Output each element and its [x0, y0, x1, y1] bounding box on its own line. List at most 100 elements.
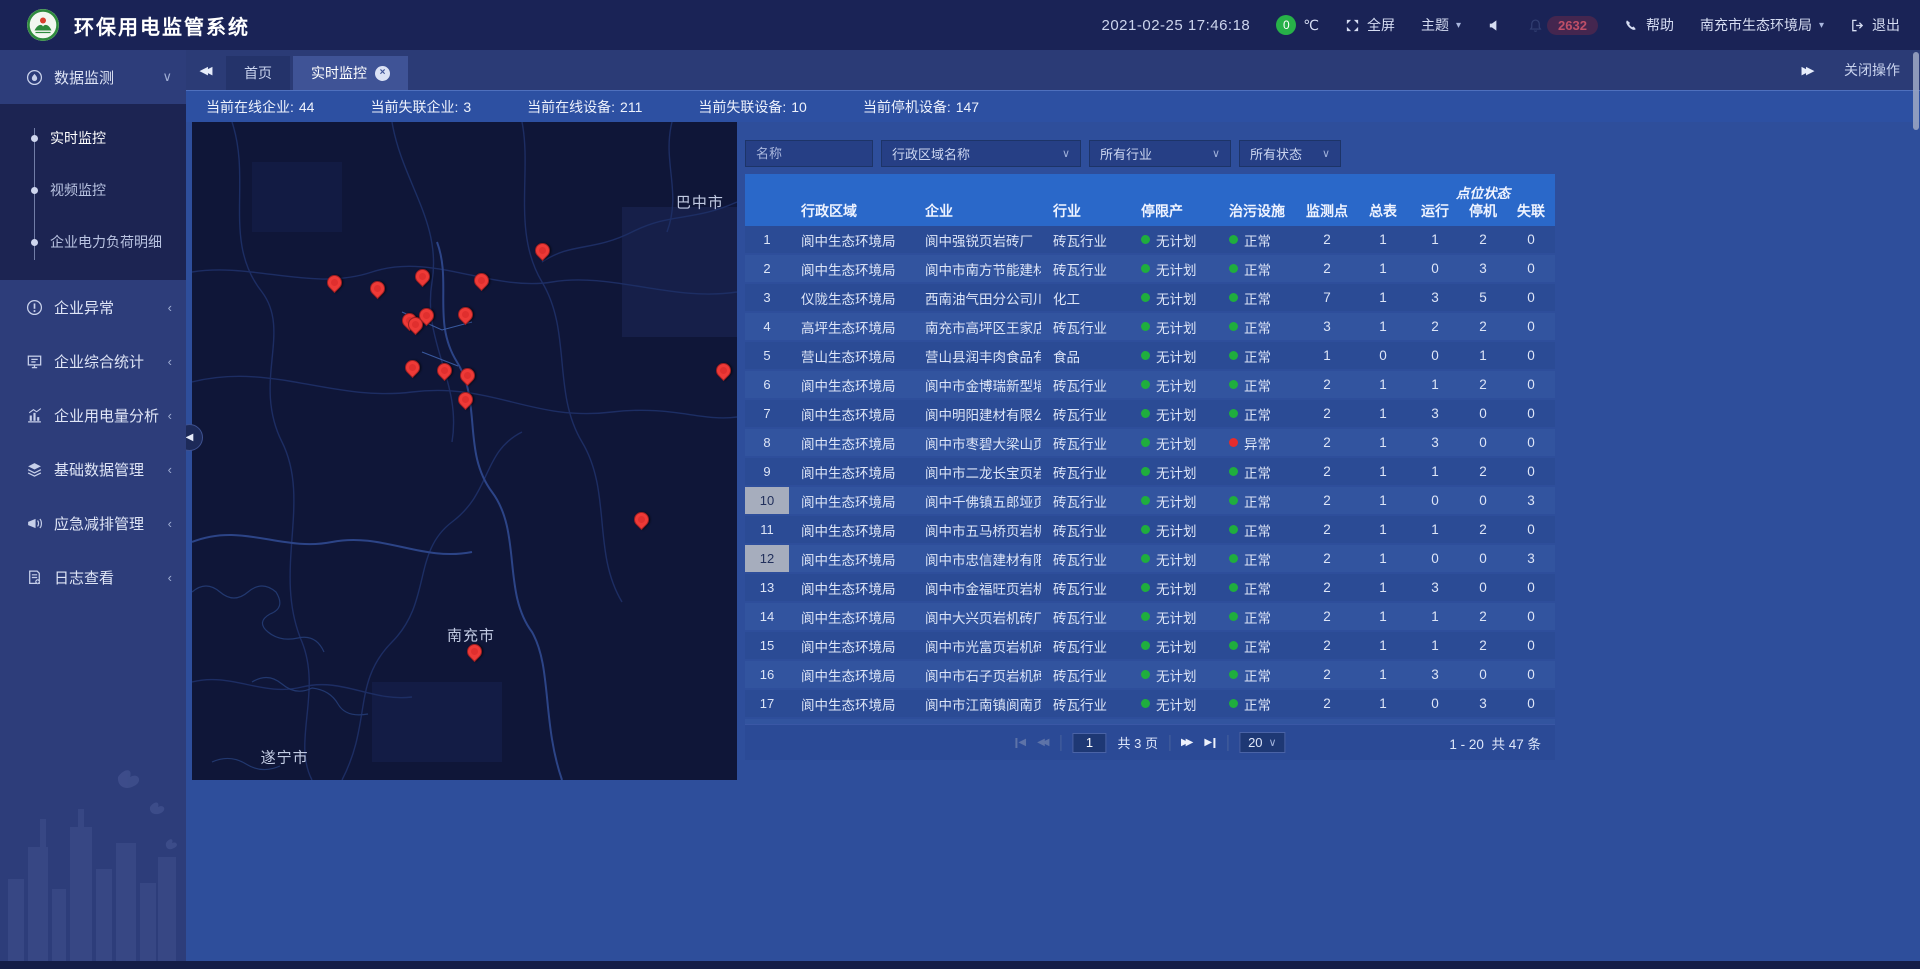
sidebar-item[interactable]: 基础数据管理‹: [0, 442, 186, 496]
halted-cell: 0: [1459, 435, 1507, 450]
industry-cell: 砖瓦行业: [1041, 259, 1129, 279]
status-dot-icon: [1229, 264, 1238, 273]
fullscreen-button[interactable]: 全屏: [1345, 15, 1395, 35]
table-row[interactable]: 2阆中生态环境局阆中市南方节能建材有砖瓦行业无计划正常21030: [745, 255, 1555, 282]
region-filter-select[interactable]: 行政区域名称 ∨: [881, 140, 1081, 167]
page-size-select[interactable]: 20 ∨: [1239, 732, 1286, 753]
tabs-scroll-right-icon[interactable]: ▶▶: [1788, 50, 1828, 90]
lost-cell: 0: [1507, 609, 1555, 624]
sidebar-subitem[interactable]: 视频监控: [0, 164, 186, 216]
footer-strip: [0, 961, 1920, 969]
row-number: 11: [745, 516, 789, 543]
table-row[interactable]: 12阆中生态环境局阆中市忠信建材有限公砖瓦行业无计划正常21003: [745, 545, 1555, 572]
tabs-scroll-left-icon[interactable]: ◀◀: [186, 50, 226, 90]
tab-home[interactable]: 首页: [226, 56, 290, 90]
page-number-input[interactable]: [1073, 733, 1107, 753]
org-menu-button[interactable]: 南充市生态环境局 ▾: [1700, 15, 1824, 35]
table-row[interactable]: 7阆中生态环境局阆中明阳建材有限公司砖瓦行业无计划正常21300: [745, 400, 1555, 427]
table-row[interactable]: 3仪陇生态环境局西南油气田分公司川中化工无计划正常71350: [745, 284, 1555, 311]
first-page-button[interactable]: ◀: [1014, 738, 1026, 748]
table-row[interactable]: 15阆中生态环境局阆中市光富页岩机砖厂砖瓦行业无计划正常21120: [745, 632, 1555, 659]
table-row[interactable]: 9阆中生态环境局阆中市二龙长宝页岩砖砖瓦行业无计划正常21120: [745, 458, 1555, 485]
halted-cell: 2: [1459, 319, 1507, 334]
halted-cell: 2: [1459, 609, 1507, 624]
status-dot-icon: [1141, 496, 1150, 505]
halted-cell: 0: [1459, 667, 1507, 682]
status-dot-icon: [1229, 235, 1238, 244]
table-row[interactable]: 11阆中生态环境局阆中市五马桥页岩机砖砖瓦行业无计划正常21120: [745, 516, 1555, 543]
filter-bar: 行政区域名称 ∨ 所有行业 ∨ 所有状态 ∨: [745, 140, 1555, 167]
table-row[interactable]: 13阆中生态环境局阆中市金福旺页岩机砖砖瓦行业无计划正常21300: [745, 574, 1555, 601]
sound-toggle-button[interactable]: [1487, 18, 1502, 33]
name-filter-input[interactable]: [745, 140, 873, 167]
last-page-button[interactable]: ▶: [1204, 738, 1216, 748]
facility-status-cell: 正常: [1217, 317, 1299, 337]
sidebar-item[interactable]: 数据监测∨: [0, 50, 186, 104]
points-cell: 1: [1299, 348, 1355, 363]
industry-cell: 化工: [1041, 288, 1129, 308]
region-cell: 阆中生态环境局: [789, 230, 913, 250]
lost-cell: 0: [1507, 667, 1555, 682]
lost-cell: 0: [1507, 406, 1555, 421]
theme-menu-button[interactable]: 主题 ▾: [1421, 15, 1461, 35]
table-body: 1阆中生态环境局阆中强锐页岩砖厂砖瓦行业无计划正常211202阆中生态环境局阆中…: [745, 226, 1555, 724]
stop-plan-cell: 无计划: [1129, 665, 1217, 685]
sidebar-subitem[interactable]: 企业电力负荷明细: [0, 216, 186, 268]
running-cell: 2: [1411, 319, 1459, 334]
stop-plan-cell: 无计划: [1129, 549, 1217, 569]
row-number: 1: [745, 226, 789, 253]
table-row[interactable]: 14阆中生态环境局阆中大兴页岩机砖厂砖瓦行业无计划正常21120: [745, 603, 1555, 630]
meters-cell: 0: [1355, 348, 1411, 363]
table-row[interactable]: 5营山生态环境局营山县润丰肉食品有限食品无计划正常10010: [745, 342, 1555, 369]
sidebar-item[interactable]: 企业综合统计‹: [0, 334, 186, 388]
status-filter-select[interactable]: 所有状态 ∨: [1239, 140, 1341, 167]
tab-realtime-monitor[interactable]: 实时监控 ×: [293, 56, 408, 90]
notifications-button[interactable]: 2632: [1528, 16, 1598, 35]
sidebar-item[interactable]: 企业异常‹: [0, 280, 186, 334]
table-row[interactable]: 1阆中生态环境局阆中强锐页岩砖厂砖瓦行业无计划正常21120: [745, 226, 1555, 253]
table-row[interactable]: 4高坪生态环境局南充市高坪区王家店建砖瓦行业无计划正常31220: [745, 313, 1555, 340]
table-row[interactable]: 17阆中生态环境局阆中市江南镇阆南页岩砖瓦行业无计划正常21030: [745, 690, 1555, 717]
table-row[interactable]: 8阆中生态环境局阆中市枣碧大梁山页岩砖瓦行业无计划异常21300: [745, 429, 1555, 456]
total-pages-label: 共 3 页: [1118, 733, 1158, 752]
facility-status-cell: 正常: [1217, 230, 1299, 250]
table-row[interactable]: 10阆中生态环境局阆中千佛镇五郎垭页岩砖瓦行业无计划正常21003: [745, 487, 1555, 514]
tabbar-actions: ▶▶ 关闭操作: [1788, 50, 1920, 90]
meters-cell: 1: [1355, 319, 1411, 334]
table-panel: 行政区域名称 ∨ 所有行业 ∨ 所有状态 ∨ 点位状态 行政区域企业行业停限产治…: [745, 140, 1555, 760]
stat-item: 当前失联企业:3: [370, 97, 471, 117]
scrollbar-thumb[interactable]: [1913, 52, 1919, 130]
prev-page-button[interactable]: ◀◀: [1037, 738, 1049, 748]
industry-cell: 砖瓦行业: [1041, 665, 1129, 685]
row-number: 17: [745, 690, 789, 717]
sidebar-item[interactable]: 应急减排管理‹: [0, 496, 186, 550]
status-dot-icon: [1141, 235, 1150, 244]
sidebar-item[interactable]: 企业用电量分析‹: [0, 388, 186, 442]
datetime-label: 2021-02-25 17:46:18: [1101, 17, 1250, 34]
industry-filter-select[interactable]: 所有行业 ∨: [1089, 140, 1231, 167]
temperature-unit: ℃: [1303, 17, 1319, 34]
table-row[interactable]: 16阆中生态环境局阆中市石子页岩机砖厂砖瓦行业无计划正常21300: [745, 661, 1555, 688]
halted-cell: 2: [1459, 232, 1507, 247]
sidebar-item[interactable]: 日志查看‹: [0, 550, 186, 604]
facility-status-cell: 正常: [1217, 404, 1299, 424]
sub-column-header: 停机: [1459, 201, 1507, 221]
sidebar-subitem[interactable]: 实时监控: [0, 112, 186, 164]
facility-status-cell: 正常: [1217, 694, 1299, 714]
tab-close-icon[interactable]: ×: [375, 66, 390, 81]
next-page-button[interactable]: ▶▶: [1181, 738, 1193, 748]
facility-status-cell: 正常: [1217, 491, 1299, 511]
column-header: 企业: [913, 201, 1041, 221]
close-operations-button[interactable]: 关闭操作: [1844, 60, 1900, 80]
map-panel[interactable]: 巴中市南充市遂宁市: [192, 122, 737, 780]
alert-circle-icon: [26, 299, 43, 316]
lost-cell: 0: [1507, 435, 1555, 450]
meters-cell: 1: [1355, 261, 1411, 276]
pagination: ◀ ◀◀ 共 3 页 ▶▶ ▶ 20 ∨ 1 - 20 共 47 条: [745, 724, 1555, 760]
table-row[interactable]: 6阆中生态环境局阆中市金博瑞新型墙材砖瓦行业无计划正常21120: [745, 371, 1555, 398]
help-button[interactable]: 帮助: [1624, 15, 1674, 35]
logout-button[interactable]: 退出: [1850, 15, 1900, 35]
sidebar-subitem-label: 视频监控: [50, 180, 106, 200]
company-cell: 营山县润丰肉食品有限: [913, 346, 1041, 366]
lost-cell: 0: [1507, 580, 1555, 595]
